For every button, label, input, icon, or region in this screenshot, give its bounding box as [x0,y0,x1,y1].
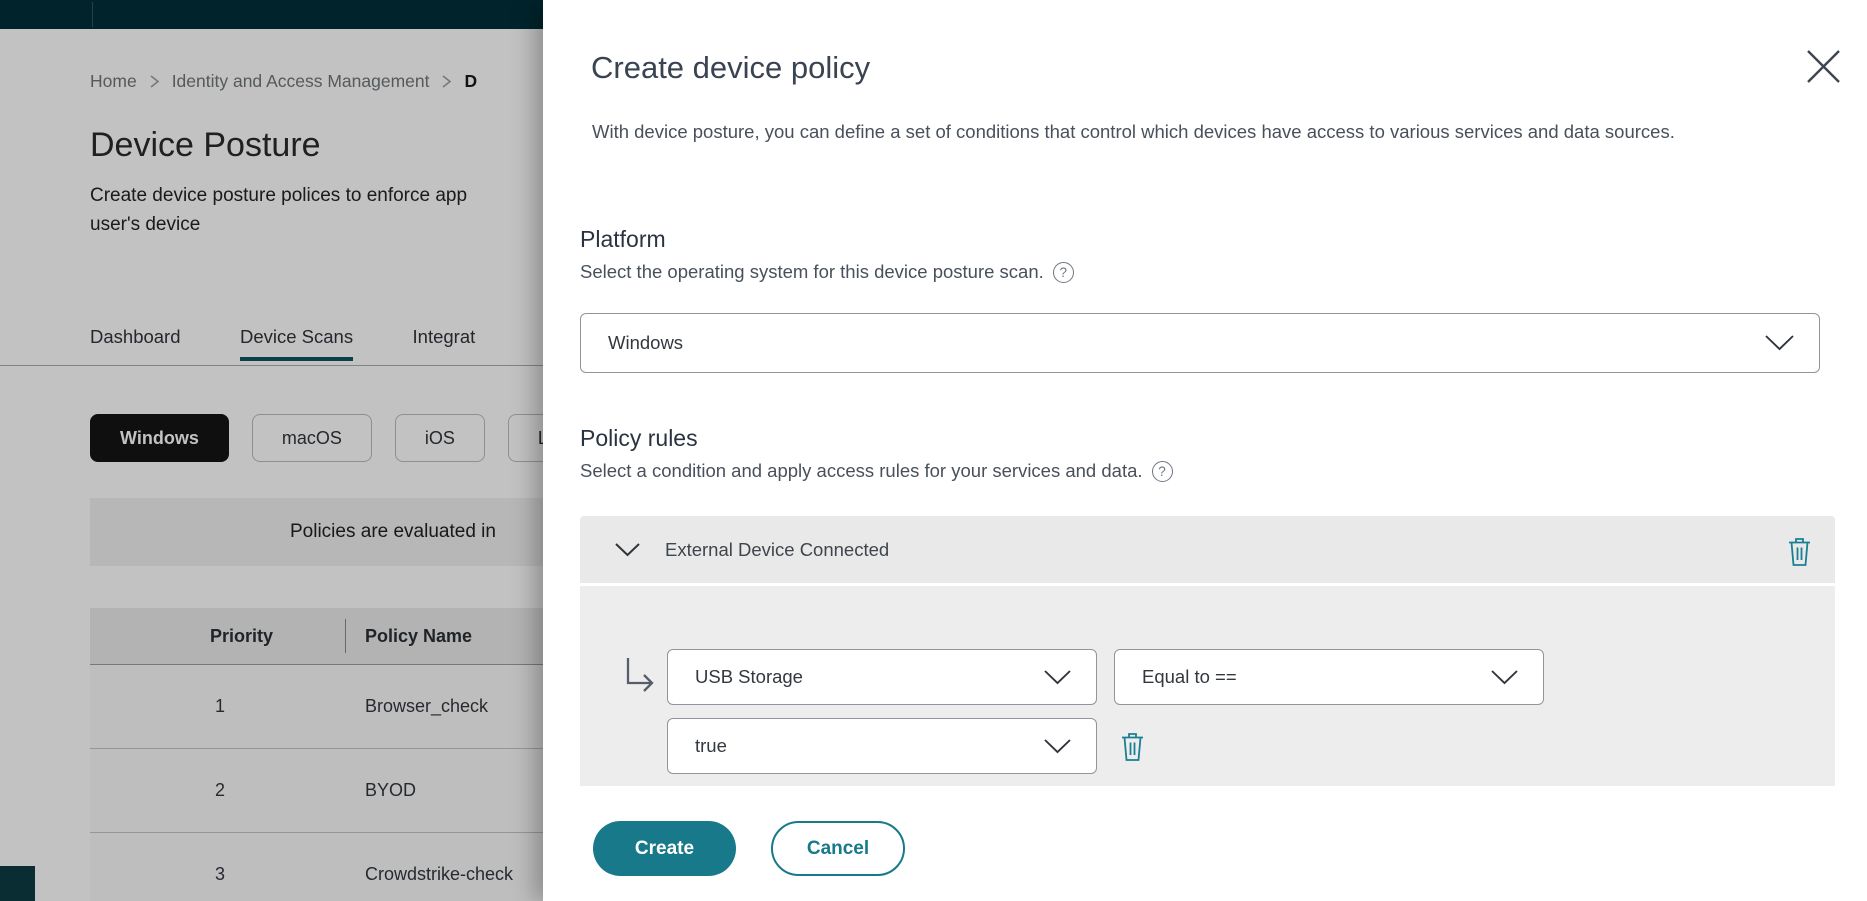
trash-icon [1787,536,1812,567]
rule-value-select[interactable]: true [667,718,1097,774]
chevron-down-icon [1764,334,1795,352]
close-icon [1805,48,1842,85]
policy-rules-hint-row: Select a condition and apply access rule… [580,460,1173,482]
delete-condition-button[interactable] [1783,533,1815,569]
policy-rules-heading: Policy rules [580,425,698,452]
rule-value: true [695,735,727,757]
cancel-button[interactable]: Cancel [771,821,905,876]
rule-field-select[interactable]: USB Storage [667,649,1097,705]
condition-group-label: External Device Connected [665,539,889,561]
platform-heading: Platform [580,226,666,253]
chevron-down-icon [1490,669,1519,686]
delete-rule-button[interactable] [1116,726,1148,766]
modal-description: With device posture, you can define a se… [592,119,1817,145]
platform-select[interactable]: Windows [580,313,1820,373]
chevron-down-icon [1043,669,1072,686]
create-device-policy-modal: Create device policy With device posture… [543,0,1867,901]
policy-rules-hint-text: Select a condition and apply access rule… [580,460,1143,482]
modal-title: Create device policy [591,50,870,86]
condition-group-header[interactable]: External Device Connected [580,516,1835,583]
rule-operator-value: Equal to == [1142,666,1237,688]
platform-select-value: Windows [608,332,683,354]
trash-icon [1120,731,1145,762]
rule-field-value: USB Storage [695,666,803,688]
help-icon[interactable]: ? [1152,461,1173,482]
create-button[interactable]: Create [593,821,736,876]
screen: Home Identity and Access Management D De… [0,0,1867,901]
help-icon[interactable]: ? [1053,262,1074,283]
platform-hint-text: Select the operating system for this dev… [580,261,1044,283]
platform-hint-row: Select the operating system for this dev… [580,261,1074,283]
chevron-down-icon [1043,738,1072,755]
rule-operator-select[interactable]: Equal to == [1114,649,1544,705]
chevron-down-icon [614,542,641,558]
branch-arrow-icon [625,657,657,695]
close-button[interactable] [1803,46,1843,86]
